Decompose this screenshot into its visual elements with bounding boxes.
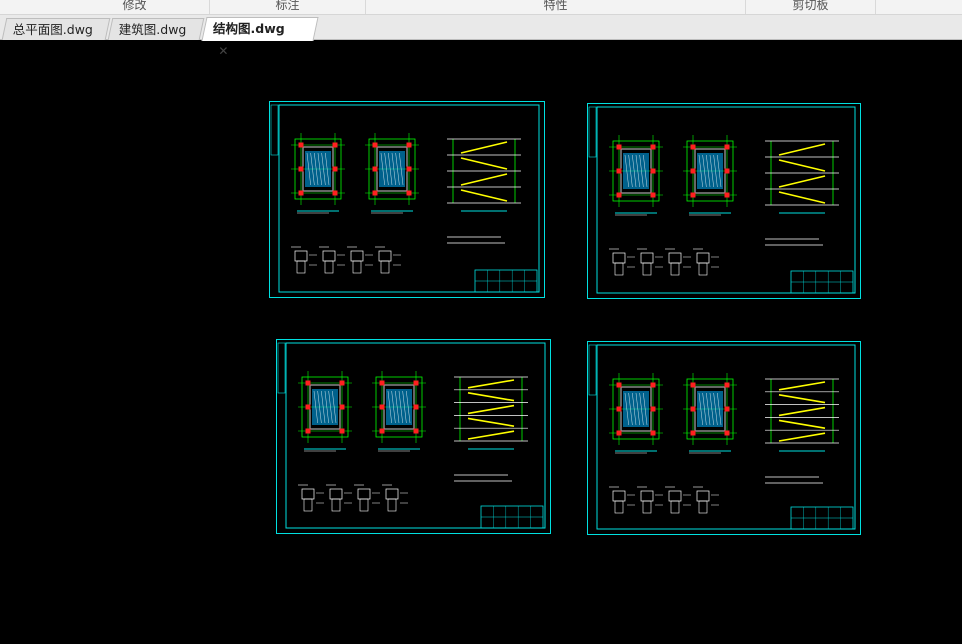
ribbon-section-clipboard[interactable]: 剪切板 (746, 0, 876, 14)
drawing-sheet[interactable] (587, 341, 861, 535)
close-icon[interactable]: ✕ (218, 40, 228, 62)
drawing-sheet[interactable] (276, 339, 551, 534)
ribbon-section-dimension[interactable]: 标注 (210, 0, 366, 14)
drawing-canvas[interactable] (0, 40, 962, 644)
tab-label: 总平面图.dwg (12, 22, 93, 37)
drawing-sheet[interactable] (587, 103, 861, 299)
drawing-sheet[interactable] (269, 101, 545, 298)
ribbon-section-label: 标注 (275, 0, 300, 12)
ribbon-panel-labels: 修改 标注 特性 剪切板 (0, 0, 962, 15)
tab-architecture[interactable]: 建筑图.dwg (107, 18, 205, 40)
tab-label: 结构图.dwg (213, 21, 285, 36)
ribbon-section-properties[interactable]: 特性 (366, 0, 746, 14)
ribbon-section-label: 修改 (122, 0, 147, 12)
tab-site-plan[interactable]: 总平面图.dwg (1, 18, 111, 40)
ribbon-section-modify[interactable]: 修改 (60, 0, 210, 14)
ribbon-section-label: 剪切板 (792, 0, 829, 12)
tab-label: 建筑图.dwg (118, 22, 187, 37)
document-tab-bar: 总平面图.dwg 建筑图.dwg 结构图.dwg ✕ (0, 15, 962, 58)
ribbon-section-label: 特性 (543, 0, 568, 12)
tab-structure[interactable]: 结构图.dwg ✕ (201, 17, 319, 58)
